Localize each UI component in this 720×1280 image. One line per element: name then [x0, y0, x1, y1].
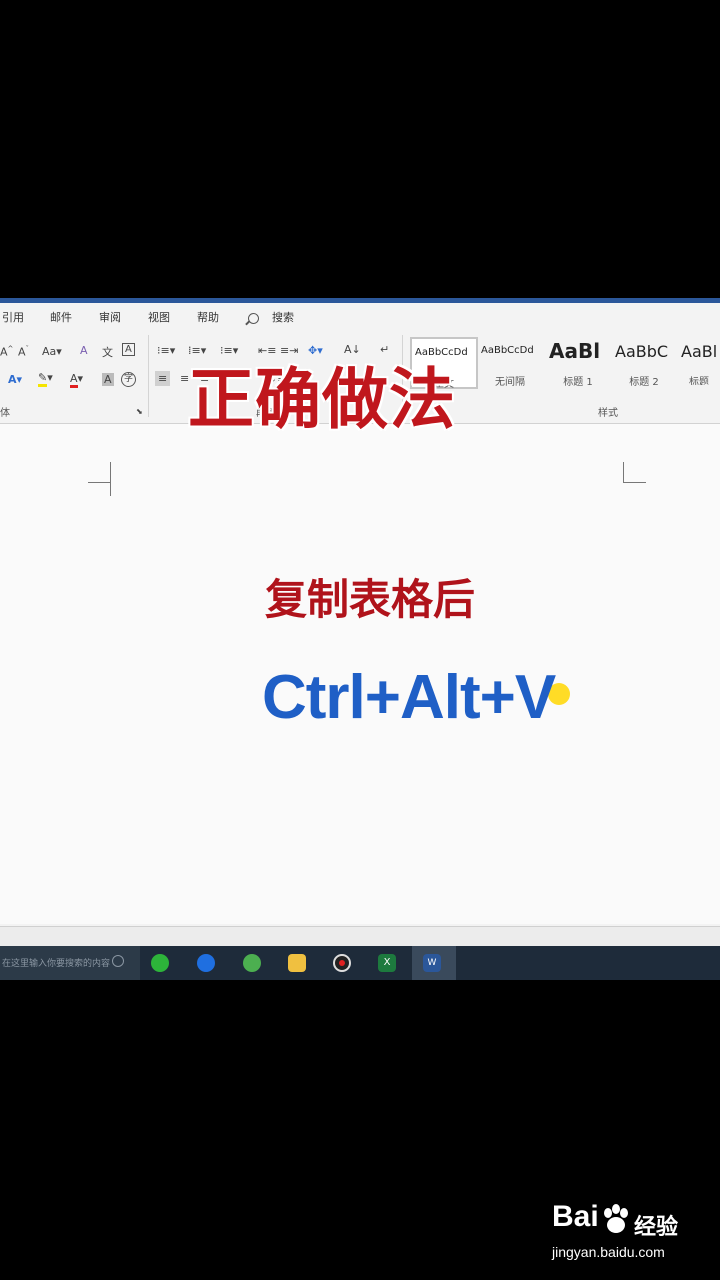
shrink-font-icon[interactable]: Aˇ — [18, 345, 29, 359]
wechat-icon[interactable] — [151, 954, 169, 972]
tab-help[interactable]: 帮助 — [197, 309, 219, 325]
tab-view[interactable]: 视图 — [148, 309, 170, 325]
style-sample: AaBl — [549, 339, 601, 363]
tab-references[interactable]: 引用 — [2, 309, 24, 325]
ribbon-tab-bar: 引用 邮件 审阅 视图 帮助 搜索 — [0, 303, 720, 331]
char-border-icon[interactable]: A — [122, 343, 135, 356]
group-divider — [148, 335, 149, 417]
style-sample: AaBl — [681, 342, 718, 361]
style-name: 标题 — [689, 377, 709, 385]
highlight-icon[interactable]: ✎▾ — [38, 371, 53, 387]
margin-corner-mark — [623, 462, 646, 483]
style-title[interactable]: AaBl 标题 — [678, 337, 720, 385]
clear-format-icon[interactable]: A — [80, 344, 88, 357]
file-explorer-icon[interactable] — [288, 954, 306, 972]
record-icon[interactable] — [333, 954, 351, 972]
char-shading-icon[interactable]: A — [102, 373, 114, 386]
text-cursor — [110, 482, 111, 496]
style-heading-2[interactable]: AaBbC 标题 2 — [612, 337, 676, 388]
jingyan-label: 经验 — [634, 1215, 679, 1240]
style-sample: AaBbCcDd — [481, 345, 534, 356]
tab-mailings[interactable]: 邮件 — [50, 309, 72, 325]
baidu-paw-icon — [604, 1204, 628, 1233]
word-icon[interactable]: W — [423, 954, 441, 972]
search-icon[interactable] — [248, 313, 259, 324]
bullets-icon[interactable]: ⁝≡▾ — [157, 344, 175, 357]
taskbar-search-box[interactable]: 在这里输入你要搜索的内容 — [0, 946, 140, 980]
style-name: 无间隔 — [495, 377, 525, 388]
style-name: 标题 1 — [563, 377, 593, 388]
font-dialog-launcher-icon[interactable]: ⬊ — [136, 407, 143, 416]
overlay-title: 正确做法 — [188, 361, 456, 438]
360-icon[interactable] — [243, 954, 261, 972]
style-heading-1[interactable]: AaBl 标题 1 — [546, 337, 610, 388]
style-no-spacing[interactable]: AaBbCcDd 无间隔 — [478, 337, 542, 388]
styles-group-label: 样式 — [598, 408, 618, 419]
margin-corner-mark — [88, 462, 111, 483]
font-color-icon[interactable]: A▾ — [70, 372, 83, 388]
align-left-icon[interactable]: ≡ — [155, 371, 171, 386]
browser-icon[interactable] — [197, 954, 215, 972]
windows-taskbar: 在这里输入你要搜索的内容 X W — [0, 946, 720, 980]
enclose-char-icon[interactable]: 字 — [121, 372, 136, 387]
search-icon[interactable] — [112, 955, 124, 967]
change-case-icon[interactable]: Aa▾ — [42, 345, 62, 358]
watermark-url: jingyan.baidu.com — [552, 1244, 665, 1260]
overlay-subtitle: 复制表格后 — [265, 575, 476, 624]
font-group-label: 体 — [0, 408, 10, 419]
style-sample: AaBbC — [615, 342, 669, 361]
baidu-logo-text: Bai — [552, 1200, 599, 1233]
text-effects-icon[interactable]: A▾ — [8, 373, 22, 386]
tab-search[interactable]: 搜索 — [272, 309, 294, 325]
grow-font-icon[interactable]: A^ — [0, 345, 13, 359]
taskbar-search-placeholder: 在这里输入你要搜索的内容 — [2, 959, 111, 969]
phonetic-guide-icon[interactable]: 文 — [102, 344, 113, 360]
excel-icon[interactable]: X — [378, 954, 396, 972]
shortcut-text: Ctrl+Alt+V — [262, 663, 556, 732]
status-bar — [0, 926, 720, 947]
style-name: 标题 2 — [629, 377, 659, 388]
tab-review[interactable]: 审阅 — [99, 309, 121, 325]
baidu-jingyan-watermark: Bai 经验 jingyan.baidu.com — [552, 1200, 702, 1270]
